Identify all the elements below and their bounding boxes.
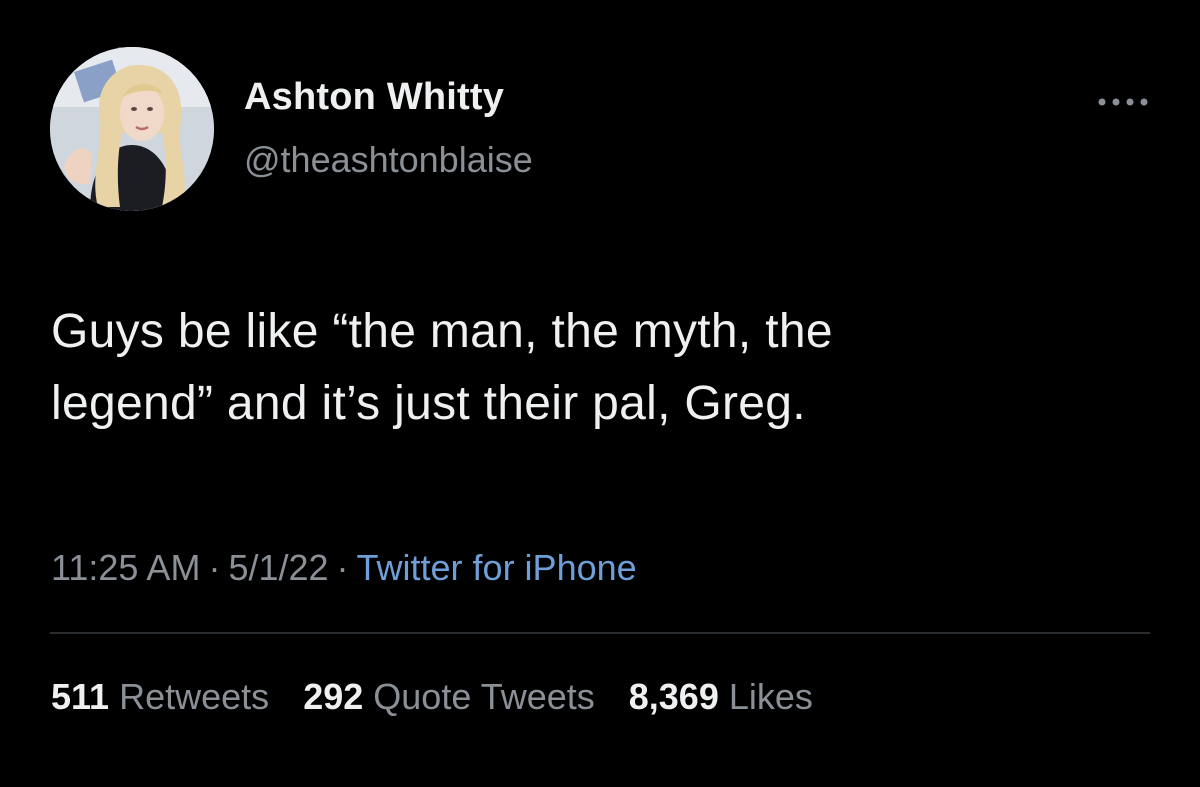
meta-separator: · — [336, 547, 349, 588]
tweet-meta: 11:25 AM · 5/1/22 · Twitter for iPhone — [51, 547, 637, 589]
tweet-text-line-2: legend” and it’s just their pal, Greg. — [51, 377, 806, 430]
tweet-time[interactable]: 11:25 AM — [51, 547, 200, 588]
more-horizontal-icon[interactable] — [1096, 92, 1152, 112]
meta-separator: · — [208, 547, 221, 588]
author-display-name[interactable]: Ashton Whitty — [244, 76, 504, 119]
quote-tweets-count: 292 — [303, 676, 364, 717]
retweets-count: 511 — [51, 676, 110, 717]
quote-tweets-label: Quote Tweets — [373, 676, 595, 717]
tweet-card: Ashton Whitty @theashtonblaise Guys be l… — [0, 0, 1200, 787]
divider — [50, 632, 1150, 634]
author-avatar[interactable] — [50, 47, 214, 211]
author-handle[interactable]: @theashtonblaise — [244, 139, 533, 181]
likes-stat[interactable]: 8,369 Likes — [629, 676, 813, 718]
retweets-stat[interactable]: 511 Retweets — [51, 676, 269, 718]
tweet-stats: 511 Retweets 292 Quote Tweets 8,369 Like… — [51, 676, 837, 718]
tweet-text-line-1: Guys be like “the man, the myth, the — [51, 305, 833, 358]
avatar-image — [50, 47, 214, 211]
retweets-label: Retweets — [119, 676, 270, 717]
likes-count: 8,369 — [628, 676, 719, 717]
tweet-text: Guys be like “the man, the myth, the leg… — [51, 296, 1161, 440]
quote-tweets-stat[interactable]: 292 Quote Tweets — [303, 676, 595, 718]
likes-label: Likes — [728, 676, 813, 717]
tweet-date[interactable]: 5/1/22 — [228, 547, 328, 588]
tweet-source-link[interactable]: Twitter for iPhone — [357, 547, 637, 588]
